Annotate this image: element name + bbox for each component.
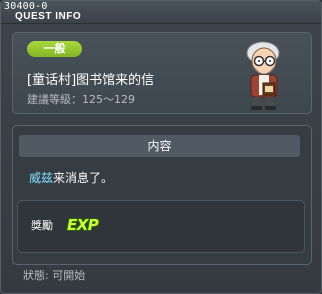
librarian-npc-icon — [246, 41, 280, 110]
content-header: 内容 — [19, 135, 300, 157]
reward-panel — [17, 200, 305, 253]
reward-label: 獎勵 — [31, 219, 53, 232]
window-title: QUEST INFO — [15, 11, 82, 22]
quest-title: [童话村]图书馆来的信 — [27, 73, 155, 88]
quest-status: 狀態: 可開始 — [23, 269, 86, 282]
recommended-level: 建議等級：125～129 — [27, 93, 135, 106]
exp-reward-icon[interactable]: EXP — [67, 216, 99, 234]
npc-name-link[interactable]: 威兹 — [29, 171, 53, 185]
category-badge: 一般 — [27, 41, 82, 57]
quest-info-window: 30400-0 QUEST INFO 一般 [童话村]图书馆来的信 建議等級：1… — [0, 0, 322, 294]
message-text: 来消息了。 — [53, 171, 114, 185]
quest-message: 威兹来消息了。 — [29, 169, 113, 186]
title-bar[interactable]: 30400-0 QUEST INFO — [1, 1, 321, 24]
